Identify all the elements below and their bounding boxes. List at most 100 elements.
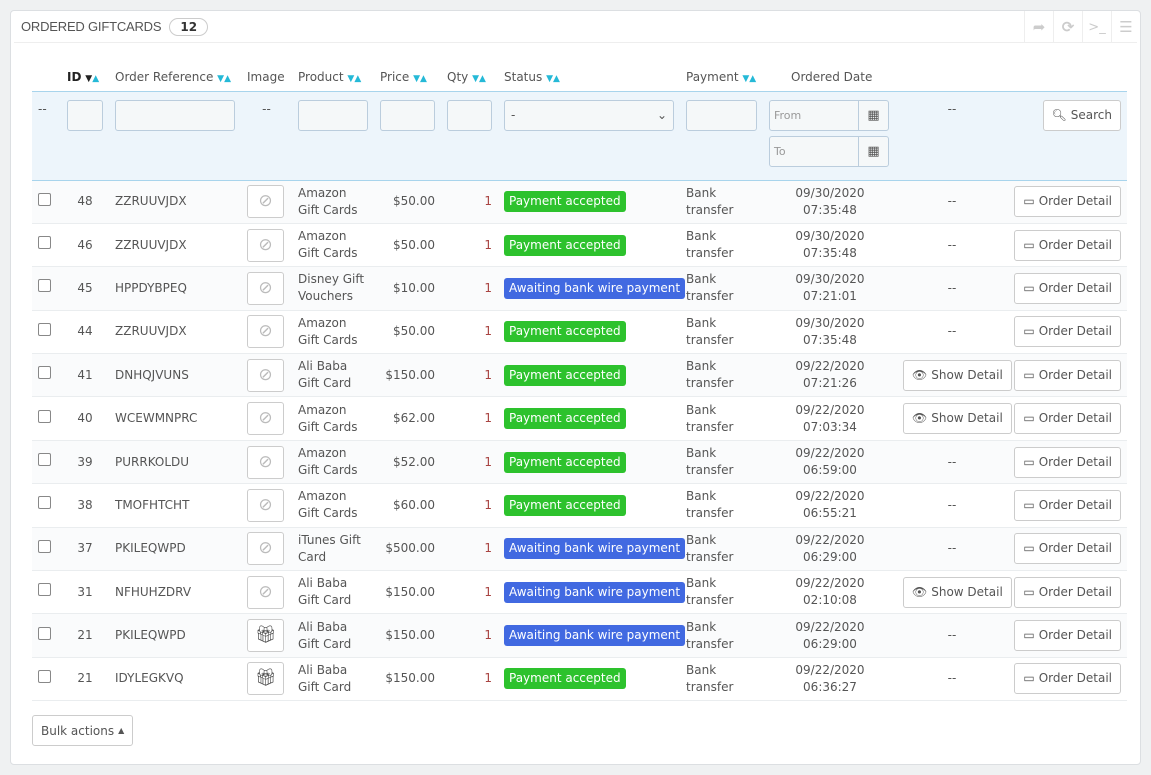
- show-detail-button[interactable]: 👁︎ Show Detail: [903, 359, 1012, 391]
- row-checkbox[interactable]: [38, 236, 51, 250]
- export-icon[interactable]: ➦: [1024, 11, 1053, 43]
- cell-id: 45: [77, 280, 93, 295]
- credit-card-icon: ▭: [1023, 628, 1035, 643]
- product-image: ⊘: [247, 228, 284, 262]
- row-checkbox[interactable]: [38, 453, 51, 467]
- status-badge: Awaiting bank wire payment: [504, 277, 686, 299]
- cell-date: 09/22/2020 02:10:08: [795, 576, 865, 608]
- sort-asc-icon[interactable]: ▲: [92, 74, 99, 84]
- row-checkbox[interactable]: [38, 279, 51, 293]
- table-row: 39 PURRKOLDU ⊘ Amazon Gift Cards $52.00 …: [32, 440, 1127, 484]
- filter-id-input[interactable]: [67, 99, 103, 131]
- row-checkbox[interactable]: [38, 409, 51, 423]
- cell-ref: WCEWMNPRC: [115, 411, 198, 426]
- no-image-icon: ⊘: [258, 451, 273, 472]
- col-payment[interactable]: Payment ▼▲: [680, 63, 763, 91]
- cell-qty: 1: [484, 541, 492, 556]
- cell-price: $150.00: [385, 584, 435, 599]
- row-checkbox[interactable]: [38, 192, 51, 206]
- sort-asc-icon[interactable]: ▲: [354, 74, 361, 84]
- filter-payment-input[interactable]: [686, 99, 757, 131]
- cell-payment: Bank transfer: [686, 662, 734, 694]
- show-detail-button[interactable]: 👁︎ Show Detail: [903, 576, 1012, 608]
- credit-card-icon: ▭: [1023, 497, 1035, 512]
- sort-desc-icon[interactable]: ▼: [413, 74, 420, 84]
- product-image: ⊘: [247, 445, 284, 479]
- database-icon[interactable]: ☰: [1111, 11, 1140, 43]
- order-detail-button[interactable]: ▭ Order Detail: [1014, 229, 1121, 261]
- row-checkbox[interactable]: [38, 539, 51, 553]
- row-checkbox[interactable]: [38, 496, 51, 510]
- filter-price-input[interactable]: [380, 99, 435, 131]
- show-detail-button[interactable]: 👁︎ Show Detail: [903, 403, 1012, 435]
- sql-query-icon[interactable]: >_: [1082, 11, 1111, 43]
- bulk-actions-button[interactable]: Bulk actions ▲: [32, 715, 134, 746]
- count-badge: 12: [169, 17, 209, 36]
- col-product[interactable]: Product ▼▲: [292, 63, 374, 91]
- filter-placeholder: --: [241, 90, 292, 181]
- search-button[interactable]: 🔍︎ Search: [1042, 99, 1121, 131]
- eye-icon: 👁︎: [912, 367, 928, 382]
- order-detail-button[interactable]: ▭ Order Detail: [1014, 403, 1121, 435]
- order-detail-button[interactable]: ▭ Order Detail: [1014, 186, 1121, 218]
- eye-icon: 👁︎: [912, 584, 928, 599]
- status-badge: Payment accepted: [504, 234, 626, 256]
- row-checkbox[interactable]: [38, 669, 51, 683]
- cell-payment: Bank transfer: [686, 532, 734, 564]
- col-id[interactable]: ID ▼▲: [61, 63, 109, 91]
- cell-product: Amazon Gift Cards: [298, 185, 358, 217]
- filter-qty-input[interactable]: [447, 99, 492, 131]
- sort-desc-icon[interactable]: ▼: [546, 74, 553, 84]
- cell-product: Amazon Gift Cards: [298, 315, 358, 347]
- filter-status-select[interactable]: - ⌄: [504, 99, 674, 131]
- order-detail-button[interactable]: ▭ Order Detail: [1014, 489, 1121, 521]
- sort-asc-icon[interactable]: ▲: [749, 74, 756, 84]
- date-from-field[interactable]: From ▦: [769, 99, 889, 131]
- row-checkbox[interactable]: [38, 583, 51, 597]
- sort-asc-icon[interactable]: ▲: [224, 74, 231, 84]
- cell-payment: Bank transfer: [686, 359, 734, 391]
- order-detail-button[interactable]: ▭ Order Detail: [1014, 316, 1121, 348]
- cell-price: $50.00: [393, 194, 435, 209]
- row-checkbox[interactable]: [38, 366, 51, 380]
- table-row: 41 DNHQJVUNS ⊘ Ali Baba Gift Card $150.0…: [32, 353, 1127, 397]
- calendar-icon[interactable]: ▦: [858, 100, 888, 130]
- order-detail-button[interactable]: ▭ Order Detail: [1014, 272, 1121, 304]
- cell-id: 41: [77, 367, 93, 382]
- status-badge: Payment accepted: [504, 364, 626, 386]
- row-checkbox[interactable]: [38, 626, 51, 640]
- order-detail-button[interactable]: ▭ Order Detail: [1014, 576, 1121, 608]
- cell-product: Amazon Gift Cards: [298, 402, 358, 434]
- show-detail-empty: --: [947, 454, 957, 469]
- eye-icon: 👁︎: [912, 411, 928, 426]
- cell-product: Ali Baba Gift Card: [298, 662, 352, 694]
- cell-date: 09/22/2020 07:03:34: [795, 402, 865, 434]
- cell-payment: Bank transfer: [686, 619, 734, 651]
- order-detail-button[interactable]: ▭ Order Detail: [1014, 620, 1121, 652]
- filter-ref-input[interactable]: [115, 99, 235, 131]
- product-image: ⊘: [247, 488, 284, 522]
- col-status[interactable]: Status ▼▲: [498, 63, 680, 91]
- order-detail-button[interactable]: ▭ Order Detail: [1014, 663, 1121, 695]
- cell-date: 09/30/2020 07:35:48: [795, 185, 865, 217]
- cell-date: 09/30/2020 07:21:01: [795, 272, 865, 304]
- panel-title: Ordered Giftcards: [21, 19, 162, 34]
- row-checkbox[interactable]: [38, 322, 51, 336]
- no-image-icon: ⊘: [258, 581, 273, 602]
- sort-asc-icon[interactable]: ▲: [420, 74, 427, 84]
- date-to-field[interactable]: To ▦: [769, 135, 889, 167]
- col-ref[interactable]: Order Reference ▼▲: [109, 63, 241, 91]
- cell-qty: 1: [484, 367, 492, 382]
- order-detail-button[interactable]: ▭ Order Detail: [1014, 359, 1121, 391]
- refresh-icon[interactable]: ⟳: [1053, 11, 1082, 43]
- calendar-icon[interactable]: ▦: [858, 136, 888, 166]
- sort-asc-icon[interactable]: ▲: [553, 74, 560, 84]
- cell-ref: TMOFHTCHT: [115, 497, 190, 512]
- order-detail-button[interactable]: ▭ Order Detail: [1014, 446, 1121, 478]
- col-qty[interactable]: Qty ▼▲: [441, 63, 498, 91]
- sort-asc-icon[interactable]: ▲: [479, 74, 486, 84]
- order-detail-button[interactable]: ▭ Order Detail: [1014, 533, 1121, 565]
- filter-product-input[interactable]: [298, 99, 368, 131]
- sort-desc-icon[interactable]: ▼: [472, 74, 479, 84]
- col-price[interactable]: Price ▼▲: [374, 63, 441, 91]
